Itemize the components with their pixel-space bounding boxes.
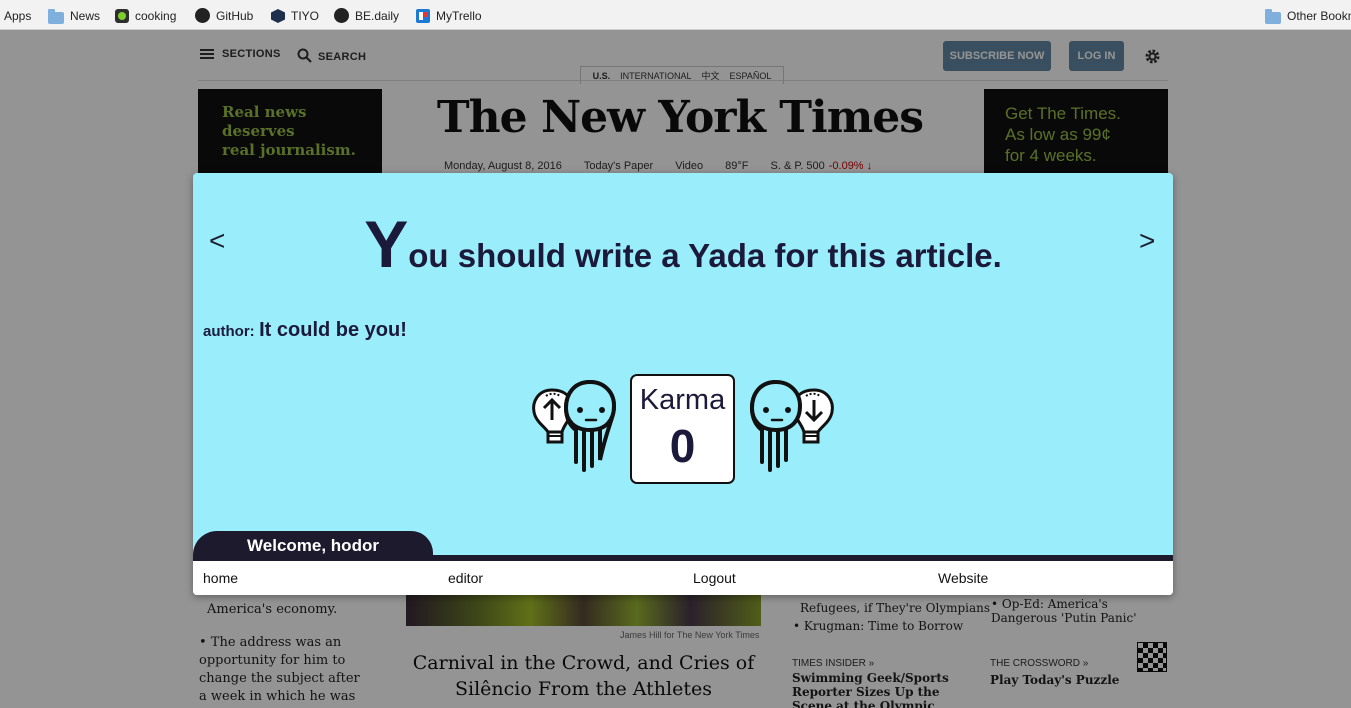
bookmark-label: BE.daily	[355, 9, 400, 23]
bookmark-tiyo[interactable]: TIYO	[271, 8, 319, 24]
bookmark-be-daily[interactable]: BE.daily	[334, 8, 399, 24]
bookmark-news[interactable]: News	[48, 8, 100, 24]
author-label: author:	[203, 323, 255, 340]
welcome-tab: Welcome, hodor	[193, 531, 433, 561]
yada-title: You should write a Yada for this article…	[193, 211, 1173, 277]
modal-nav: home editor Logout Website	[193, 561, 1173, 595]
nav-website-link[interactable]: Website	[938, 570, 988, 586]
nav-logout-link[interactable]: Logout	[693, 570, 736, 586]
cooking-icon	[115, 9, 129, 23]
nav-home-link[interactable]: home	[203, 570, 238, 586]
bookmark-label: cooking	[135, 9, 177, 23]
bookmark-apps[interactable]: Apps	[4, 8, 31, 24]
bookmark-label: Apps	[4, 9, 32, 23]
karma-box: Karma 0	[630, 374, 735, 484]
downvote-mascot-icon[interactable]	[746, 380, 836, 476]
github-icon	[334, 8, 349, 23]
karma-label: Karma	[639, 384, 726, 416]
title-rest: ou should write a Yada for this article.	[408, 237, 1002, 274]
folder-icon	[1265, 9, 1281, 24]
bookmark-cooking[interactable]: cooking	[115, 8, 176, 24]
upvote-mascot-icon[interactable]	[530, 380, 620, 476]
yada-modal: < > You should write a Yada for this art…	[193, 173, 1173, 595]
github-icon	[195, 8, 210, 23]
author-value: It could be you!	[259, 319, 407, 341]
bookmark-label: TIYO	[291, 9, 320, 23]
title-initial: Y	[364, 207, 409, 281]
bookmark-label: MyTrello	[436, 9, 482, 23]
folder-icon	[48, 9, 64, 24]
tiyo-icon	[271, 9, 285, 23]
nav-editor-link[interactable]: editor	[448, 570, 483, 586]
bookmark-label: GitHub	[216, 9, 254, 23]
karma-value: 0	[669, 420, 696, 472]
trello-icon	[416, 9, 430, 23]
author-line: author: It could be you!	[203, 319, 407, 342]
bookmark-other[interactable]: Other Bookm	[1265, 8, 1351, 24]
bookmark-label: News	[70, 9, 101, 23]
bookmark-label: Other Bookm	[1287, 9, 1351, 23]
bookmarks-bar: Apps News cooking GitHub TIYO BE.daily M…	[0, 0, 1351, 30]
bookmark-mytrello[interactable]: MyTrello	[416, 8, 482, 24]
bookmark-github[interactable]: GitHub	[195, 8, 253, 24]
